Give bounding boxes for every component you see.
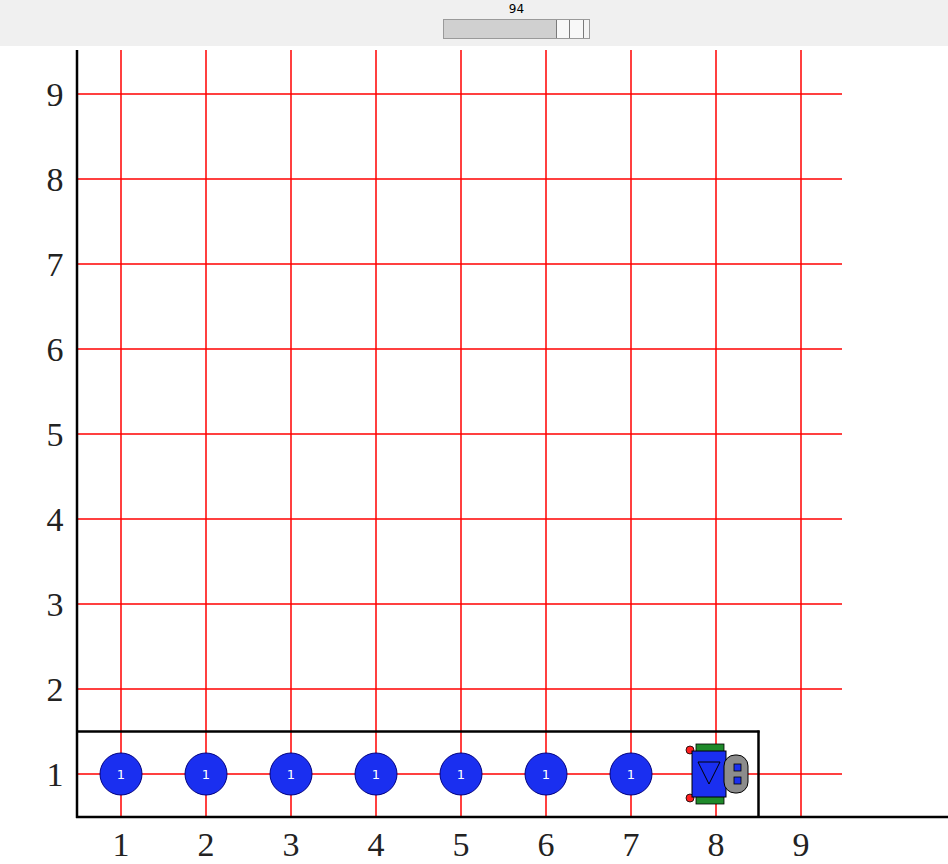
street-line bbox=[77, 178, 842, 180]
beeper-count: 1 bbox=[542, 767, 550, 782]
y-axis-label: 9 bbox=[47, 76, 64, 113]
street-line bbox=[77, 603, 842, 605]
x-axis-label: 1 bbox=[113, 826, 130, 863]
beeper: 1 bbox=[100, 753, 142, 795]
street-line bbox=[77, 348, 842, 350]
beeper-disc bbox=[440, 753, 482, 795]
x-axis-label: 5 bbox=[453, 826, 470, 863]
speed-slider[interactable] bbox=[443, 19, 590, 39]
wall bbox=[77, 730, 760, 733]
y-axis-label: 1 bbox=[47, 756, 64, 793]
y-axis bbox=[76, 50, 79, 818]
y-axis-label: 4 bbox=[47, 501, 64, 538]
beeper-count: 1 bbox=[457, 767, 465, 782]
beeper-count: 1 bbox=[287, 767, 295, 782]
slider-fill bbox=[444, 20, 570, 38]
y-axis-label: 6 bbox=[47, 331, 64, 368]
beeper-disc bbox=[185, 753, 227, 795]
x-axis-label: 4 bbox=[368, 826, 385, 863]
street-line bbox=[77, 688, 842, 690]
beeper: 1 bbox=[185, 753, 227, 795]
y-axis-label: 2 bbox=[47, 671, 64, 708]
toolbar: 94 bbox=[0, 0, 948, 46]
beeper: 1 bbox=[270, 753, 312, 795]
beeper-disc bbox=[355, 753, 397, 795]
beeper-disc bbox=[610, 753, 652, 795]
x-axis-label: 7 bbox=[623, 826, 640, 863]
street-line bbox=[77, 433, 842, 435]
robot-icon bbox=[686, 744, 748, 804]
beeper: 1 bbox=[440, 753, 482, 795]
thumb-grip bbox=[569, 20, 570, 38]
beeper-count: 1 bbox=[372, 767, 380, 782]
slider-thumb[interactable] bbox=[556, 20, 584, 38]
x-axis-label: 2 bbox=[198, 826, 215, 863]
karel-window: 94 1 2 3 4 5 6 7 8 9 1 2 3 4 5 6 7 8 9 1 1 1 1 1 1 1 bbox=[0, 0, 948, 864]
x-axis bbox=[76, 816, 948, 819]
x-axis-label: 9 bbox=[793, 826, 810, 863]
y-axis-label: 7 bbox=[47, 246, 64, 283]
beeper-disc bbox=[525, 753, 567, 795]
x-axis-label: 3 bbox=[283, 826, 300, 863]
beeper: 1 bbox=[610, 753, 652, 795]
street-line bbox=[77, 93, 842, 95]
street-line bbox=[77, 263, 842, 265]
beeper: 1 bbox=[355, 753, 397, 795]
y-axis-label: 8 bbox=[47, 161, 64, 198]
speed-value: 94 bbox=[509, 1, 524, 17]
speed-control: 94 bbox=[443, 0, 590, 46]
beeper-count: 1 bbox=[627, 767, 635, 782]
beeper: 1 bbox=[525, 753, 567, 795]
beeper-disc bbox=[100, 753, 142, 795]
y-axis-label: 3 bbox=[47, 586, 64, 623]
y-axis-label: 5 bbox=[47, 416, 64, 453]
world-canvas: 1 2 3 4 5 6 7 8 9 1 2 3 4 5 6 7 8 9 1 1 1 1 1 1 1 bbox=[0, 46, 948, 864]
wall bbox=[757, 731, 760, 818]
beeper-count: 1 bbox=[202, 767, 210, 782]
beeper-count: 1 bbox=[117, 767, 125, 782]
street-line bbox=[77, 518, 842, 520]
beeper-disc bbox=[270, 753, 312, 795]
x-axis-label: 6 bbox=[538, 826, 555, 863]
x-axis-label: 8 bbox=[708, 826, 725, 863]
